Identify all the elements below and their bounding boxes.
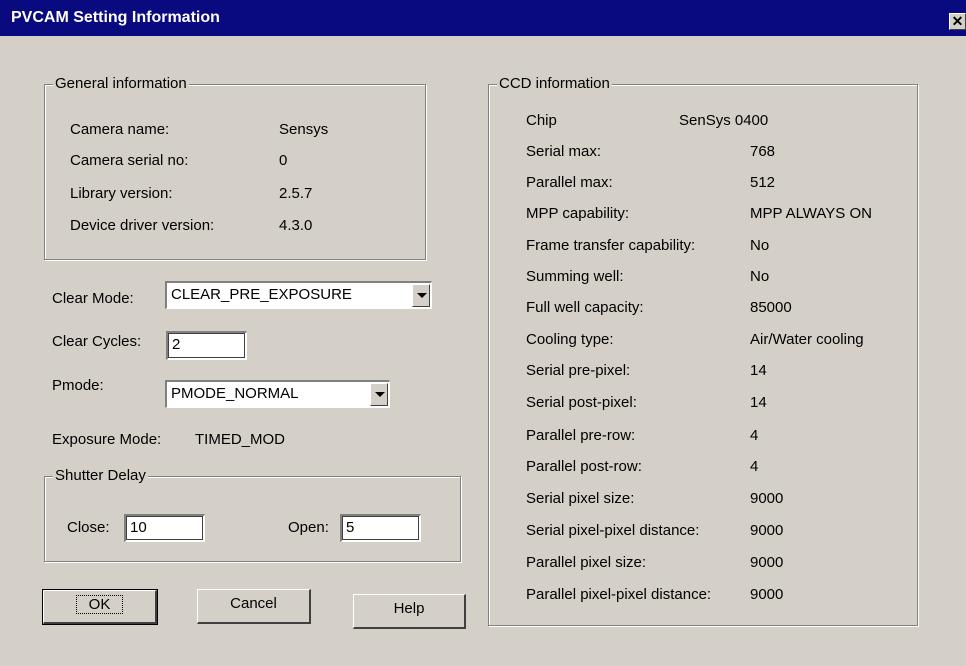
ccd-row-value: 9000 [750, 522, 784, 539]
ccd-row-label: Serial pixel size: [526, 490, 635, 507]
clear-cycles-input[interactable]: 2 [166, 331, 247, 360]
shutter-close-input[interactable]: 10 [124, 514, 205, 542]
ccd-row-label: Serial max: [526, 143, 602, 160]
ccd-row-label: Full well capacity: [526, 299, 644, 316]
ccd-row-value: 85000 [750, 299, 792, 316]
chevron-down-icon[interactable] [412, 284, 430, 307]
ccd-row-label: Serial pre-pixel: [526, 362, 631, 379]
exposure-mode-value: TIMED_MOD [195, 431, 285, 448]
chip-value: SenSys 0400 [679, 112, 769, 129]
ccd-info-group: CCD information [488, 75, 918, 626]
ccd-row-label: Frame transfer capability: [526, 237, 696, 254]
ccd-row-label: Serial pixel-pixel distance: [526, 522, 700, 539]
ccd-row-label: MPP capability: [526, 205, 630, 222]
shutter-delay-legend: Shutter Delay [53, 467, 148, 484]
ccd-row-label: Parallel post-row: [526, 458, 642, 475]
clear-mode-label: Clear Mode: [52, 290, 134, 307]
driver-version-value: 4.3.0 [279, 217, 313, 234]
library-version-value: 2.5.7 [279, 185, 313, 202]
pmode-value: PMODE_NORMAL [171, 385, 299, 402]
shutter-open-label: Open: [288, 519, 329, 536]
ccd-row-value: Air/Water cooling [750, 331, 864, 348]
driver-version-label: Device driver version: [70, 217, 215, 234]
ccd-row-value: No [750, 237, 770, 254]
ccd-row-value: 9000 [750, 586, 784, 603]
ccd-row-label: Parallel pre-row: [526, 427, 636, 444]
chevron-down-icon[interactable] [370, 383, 388, 406]
pmode-select[interactable]: PMODE_NORMAL [165, 380, 390, 408]
ccd-row-label: Parallel pixel size: [526, 554, 647, 571]
chip-label: Chip [526, 112, 557, 129]
close-icon[interactable]: ✕ [949, 13, 966, 30]
ccd-row-value: 14 [750, 394, 767, 411]
ccd-row-label: Parallel max: [526, 174, 613, 191]
ccd-row-label: Serial post-pixel: [526, 394, 637, 411]
clear-mode-value: CLEAR_PRE_EXPOSURE [171, 286, 352, 303]
ccd-row-value: 512 [750, 174, 776, 191]
general-info-legend: General information [53, 75, 189, 92]
ccd-row-value: No [750, 268, 770, 285]
help-button[interactable]: Help [353, 594, 466, 629]
shutter-close-label: Close: [67, 519, 110, 536]
library-version-label: Library version: [70, 185, 173, 202]
ccd-row-value: 9000 [750, 490, 784, 507]
ok-button-label: OK [75, 595, 124, 614]
help-button-label: Help [393, 600, 425, 617]
ccd-info-legend: CCD information [497, 75, 612, 92]
ccd-row-label: Summing well: [526, 268, 624, 285]
ccd-row-label: Parallel pixel-pixel distance: [526, 586, 712, 603]
window-title: PVCAM Setting Information [11, 9, 220, 26]
shutter-open-input[interactable]: 5 [340, 514, 421, 542]
exposure-mode-label: Exposure Mode: [52, 431, 162, 448]
ccd-row-label: Cooling type: [526, 331, 614, 348]
title-bar[interactable]: PVCAM Setting Information ✕ [0, 0, 966, 36]
camera-serial-value: 0 [279, 152, 288, 169]
clear-cycles-label: Clear Cycles: [52, 333, 142, 350]
ok-button[interactable]: OK [42, 589, 158, 625]
cancel-button-label: Cancel [230, 595, 277, 612]
ccd-row-value: 14 [750, 362, 767, 379]
ccd-row-value: 4 [750, 458, 759, 475]
ccd-row-value: 768 [750, 143, 776, 160]
clear-mode-select[interactable]: CLEAR_PRE_EXPOSURE [165, 281, 432, 309]
camera-name-value: Sensys [279, 121, 329, 138]
camera-name-label: Camera name: [70, 121, 170, 138]
ccd-row-value: MPP ALWAYS ON [750, 205, 872, 222]
camera-serial-label: Camera serial no: [70, 152, 189, 169]
ccd-row-value: 9000 [750, 554, 784, 571]
cancel-button[interactable]: Cancel [197, 589, 311, 624]
ccd-row-value: 4 [750, 427, 759, 444]
pmode-label: Pmode: [52, 377, 104, 394]
